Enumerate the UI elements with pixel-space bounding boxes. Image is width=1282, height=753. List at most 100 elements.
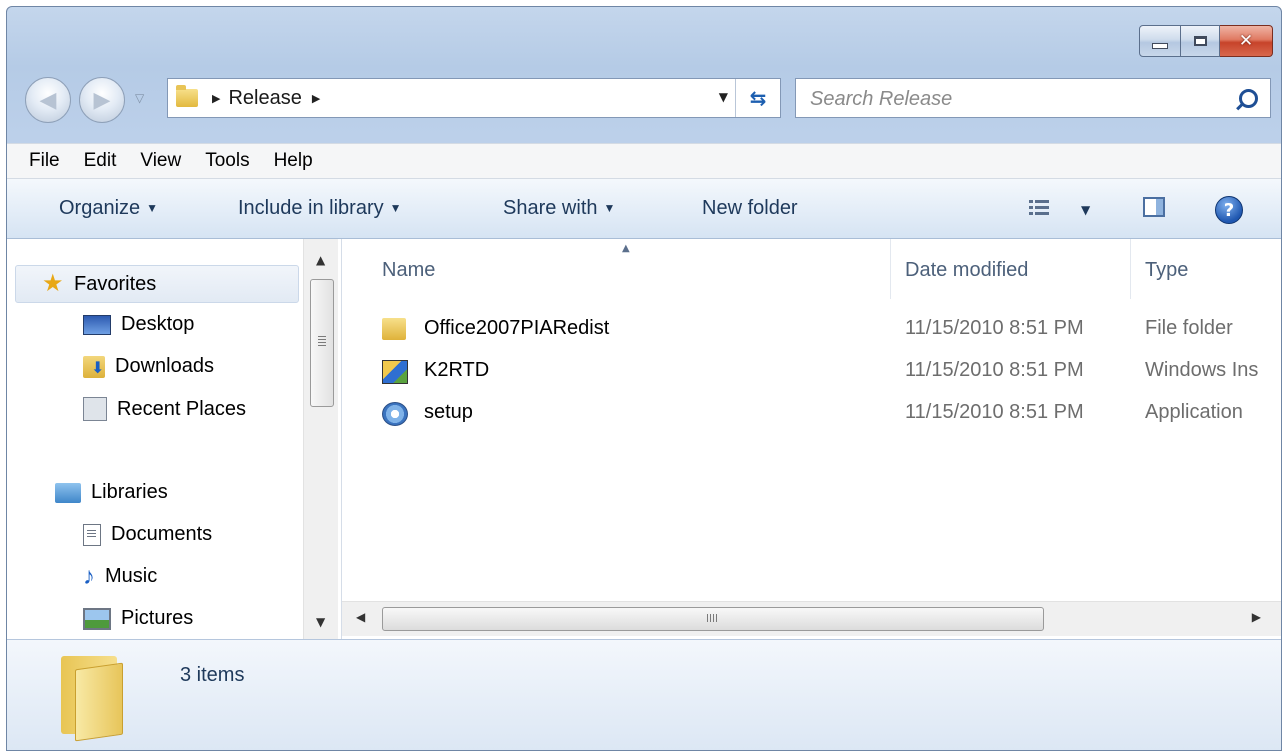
file-type: Windows Ins [1145, 359, 1259, 381]
pictures-icon [83, 607, 111, 630]
nav-item-pictures[interactable]: Pictures [83, 607, 193, 630]
documents-icon [83, 523, 101, 546]
nav-item-desktop[interactable]: Desktop [83, 313, 194, 336]
breadcrumb-separator[interactable]: ▶ [212, 92, 220, 105]
recent-places-icon [83, 397, 107, 421]
explorer-window: ✕ ◀ ▶ ▽ ▶ Release ▶ ▼ ⇆ File Edit View T… [6, 6, 1282, 751]
scroll-down-icon[interactable]: ▼ [316, 615, 325, 629]
star-icon: ★ [42, 270, 64, 297]
file-name: Office2007PIARedist [424, 317, 610, 339]
nav-item-label: Music [105, 565, 158, 587]
search-icon[interactable] [1239, 89, 1258, 108]
menu-tools[interactable]: Tools [205, 150, 249, 172]
minimize-button[interactable] [1139, 25, 1181, 57]
maximize-button[interactable] [1181, 25, 1220, 57]
nav-item-label: Recent Places [117, 397, 246, 420]
table-row[interactable]: setup 11/15/2010 8:51 PM Application [342, 393, 1281, 433]
organize-button[interactable]: Organize ▼ [59, 197, 158, 220]
search-input[interactable] [796, 79, 1232, 119]
address-bar[interactable]: ▶ Release ▶ ▼ ⇆ [167, 78, 781, 118]
nav-item-downloads[interactable]: Downloads [83, 355, 214, 378]
setup-icon [382, 402, 408, 426]
forward-arrow-icon: ▶ [93, 87, 111, 113]
file-type: Application [1145, 401, 1243, 423]
music-icon: ♪ [83, 562, 95, 590]
breadcrumb-separator[interactable]: ▶ [312, 92, 320, 105]
nav-item-label: Desktop [121, 313, 195, 335]
column-header-date-modified[interactable]: Date modified [905, 259, 1028, 282]
nav-favorites[interactable]: ★ Favorites [15, 265, 299, 303]
nav-item-label: Documents [111, 523, 213, 545]
folder-icon [176, 85, 198, 107]
nav-item-label: Pictures [121, 607, 194, 629]
nav-libraries-label: Libraries [91, 481, 168, 503]
table-row[interactable]: Office2007PIARedist 11/15/2010 8:51 PM F… [342, 309, 1281, 349]
nav-vertical-scrollbar[interactable]: ▲ ▼ [303, 239, 338, 639]
share-with-button[interactable]: Share with ▼ [503, 197, 615, 220]
file-list: ▲ Name Date modified Type Office2007PIAR… [342, 239, 1281, 639]
column-divider[interactable] [1130, 239, 1131, 299]
item-count: 3 items [180, 664, 245, 686]
nav-item-recent-places[interactable]: Recent Places [83, 397, 246, 421]
libraries-icon [55, 482, 81, 503]
share-with-label: Share with [503, 197, 598, 219]
forward-button[interactable]: ▶ [79, 77, 125, 123]
folder-icon [382, 318, 406, 340]
new-folder-button[interactable]: New folder [702, 197, 798, 220]
close-button[interactable]: ✕ [1220, 25, 1273, 57]
chevron-down-icon[interactable]: ▼ [1081, 203, 1090, 217]
maximize-icon [1193, 36, 1207, 46]
navigation-pane: ★ Favorites Desktop Downloads Recent Pla… [7, 239, 342, 639]
caption-buttons: ✕ [1139, 25, 1273, 57]
include-in-library-button[interactable]: Include in library ▼ [238, 197, 402, 220]
recent-pages-dropdown[interactable]: ▽ [135, 91, 144, 105]
menu-edit[interactable]: Edit [84, 150, 117, 172]
nav-item-music[interactable]: ♪ Music [83, 562, 158, 590]
change-view-icon[interactable] [1029, 200, 1049, 218]
file-date: 11/15/2010 8:51 PM [905, 359, 1084, 381]
menu-help[interactable]: Help [274, 150, 313, 172]
installer-icon [382, 360, 408, 384]
refresh-icon: ⇆ [749, 86, 767, 110]
scroll-right-icon[interactable]: ▶ [1252, 610, 1261, 624]
back-arrow-icon: ◀ [39, 87, 57, 113]
menu-file[interactable]: File [29, 150, 60, 172]
help-icon[interactable]: ? [1215, 196, 1243, 224]
minimize-icon [1152, 43, 1168, 49]
chevron-down-icon: ▼ [603, 201, 616, 215]
command-bar: Organize ▼ Include in library ▼ Share with… [7, 179, 1281, 239]
breadcrumb-release[interactable]: Release [228, 87, 301, 110]
refresh-button[interactable]: ⇆ [735, 79, 780, 117]
menu-view[interactable]: View [140, 150, 181, 172]
scrollbar-thumb[interactable] [310, 279, 334, 407]
details-pane: 3 items [7, 639, 1281, 750]
file-date: 11/15/2010 8:51 PM [905, 317, 1084, 339]
column-divider[interactable] [890, 239, 891, 299]
nav-item-documents[interactable]: Documents [83, 523, 212, 546]
downloads-icon [83, 355, 105, 378]
column-header-type[interactable]: Type [1145, 259, 1188, 282]
folder-icon [61, 656, 123, 742]
scroll-left-icon[interactable]: ◀ [356, 610, 365, 624]
close-icon: ✕ [1238, 31, 1254, 51]
file-list-horizontal-scrollbar[interactable]: ◀ ▶ [342, 601, 1281, 636]
column-header-name[interactable]: Name [382, 259, 435, 282]
nav-libraries[interactable]: Libraries [55, 481, 168, 504]
file-type: File folder [1145, 317, 1233, 339]
organize-label: Organize [59, 197, 141, 219]
chevron-down-icon: ▼ [389, 201, 402, 215]
table-row[interactable]: K2RTD 11/15/2010 8:51 PM Windows Ins [342, 351, 1281, 391]
file-name: K2RTD [424, 359, 490, 381]
include-in-library-label: Include in library [238, 197, 384, 219]
back-button[interactable]: ◀ [25, 77, 71, 123]
scrollbar-thumb[interactable] [382, 607, 1044, 631]
search-box [795, 78, 1271, 119]
nav-favorites-label: Favorites [74, 272, 157, 295]
sort-ascending-icon: ▲ [622, 243, 630, 254]
scroll-up-icon[interactable]: ▲ [316, 253, 325, 267]
file-name: setup [424, 401, 473, 423]
address-dropdown-icon[interactable]: ▼ [719, 90, 728, 104]
preview-pane-icon[interactable] [1143, 197, 1165, 217]
nav-item-label: Downloads [115, 355, 214, 377]
menu-bar: File Edit View Tools Help [7, 143, 1281, 179]
